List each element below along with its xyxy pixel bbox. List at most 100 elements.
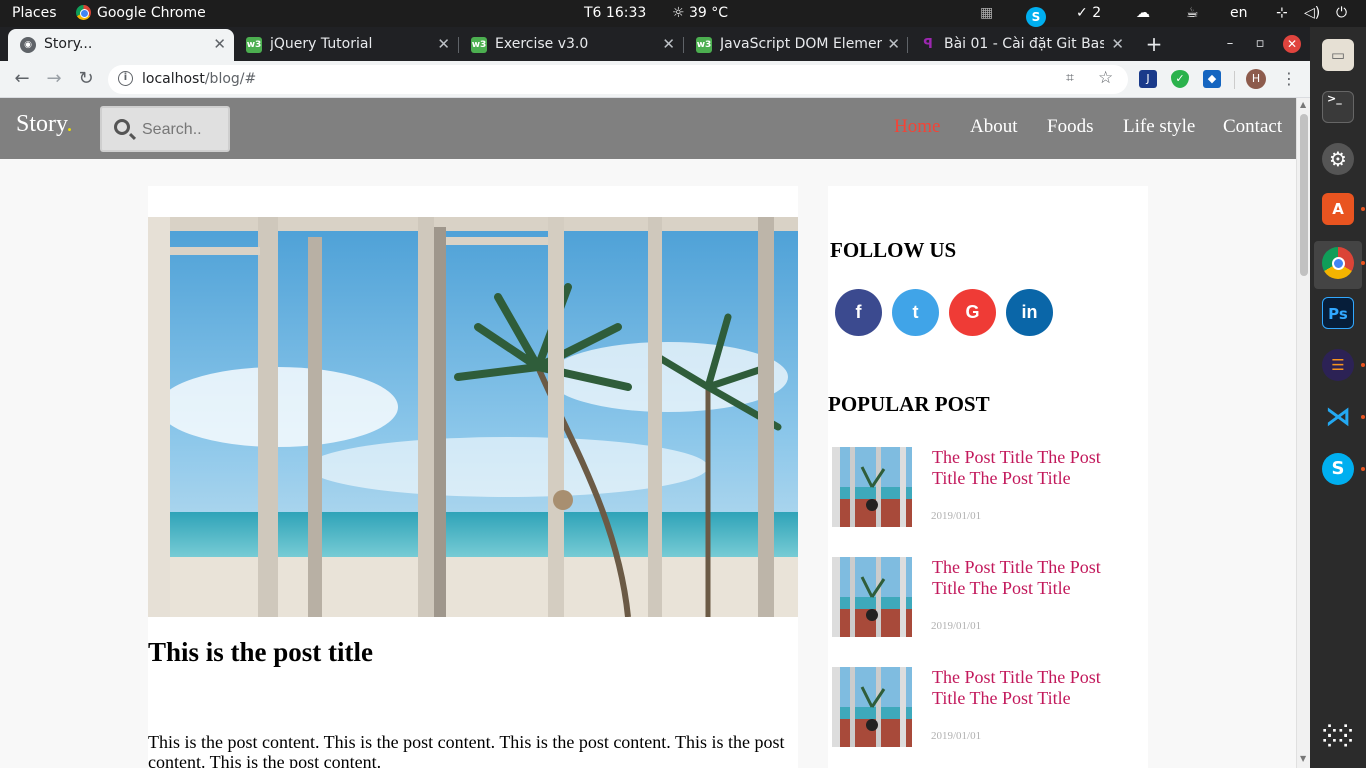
browser-toolbar: ← → ↻ i localhost/blog/# ⌗ ☆ J ✓ ◆ H ⋮ [0,61,1310,98]
site-search-box[interactable] [100,106,230,152]
popular-post-thumbnail[interactable] [832,447,912,527]
tab-label: Exercise v3.0 [495,36,589,52]
search-input[interactable] [142,118,226,142]
settings-icon[interactable]: ⚙ [1322,143,1354,175]
files-icon[interactable]: ▭ [1322,39,1354,71]
new-tab-button[interactable]: + [1138,29,1170,61]
clock[interactable]: T6 16:33 [584,0,646,27]
popular-post-title[interactable]: The Post Title The Post Title The Post T… [932,557,1122,599]
google-icon[interactable]: G [949,289,996,336]
close-window-button[interactable]: ✕ [1283,35,1301,53]
info-icon[interactable]: i [118,71,133,86]
volume-icon[interactable]: ◁) [1304,0,1320,27]
translate-icon[interactable]: ⌗ [1066,70,1074,86]
facebook-icon[interactable]: f [835,289,882,336]
close-tab-icon[interactable]: ✕ [213,29,226,59]
popular-post-thumbnail[interactable] [832,557,912,637]
scroll-down-arrow-icon[interactable]: ▼ [1300,754,1306,763]
places-menu[interactable]: Places [12,0,57,27]
shield-extension-icon[interactable]: ✓ [1171,70,1189,88]
linkedin-icon[interactable]: in [1006,289,1053,336]
tab-exercise[interactable]: w3 Exercise v3.0 ✕ [459,29,683,61]
scroll-up-arrow-icon[interactable]: ▲ [1300,100,1306,109]
photoshop-icon[interactable]: Ps [1322,297,1354,329]
chrome-icon[interactable] [1322,247,1354,279]
reload-button[interactable]: ↻ [73,66,99,92]
active-app-label: Google Chrome [97,5,206,21]
w3schools-icon: w3 [471,37,487,53]
tab-strip: ◉ Story... ✕ w3 jQuery Tutorial ✕ w3 Exe… [0,27,1310,61]
security-extension-icon[interactable]: ◆ [1203,70,1221,88]
nav-contact[interactable]: Contact [1223,116,1282,138]
address-bar[interactable]: i localhost/blog/# ⌗ ☆ [108,65,1128,94]
extension-j-icon[interactable]: J [1139,70,1157,88]
software-center-icon[interactable]: A [1322,193,1354,225]
close-tab-icon[interactable]: ✕ [887,29,900,59]
running-indicator [1361,207,1365,211]
updates-indicator[interactable]: ✓ 2 [1076,0,1101,27]
page-viewport: Story. Home About Foods Life style Conta… [0,98,1296,768]
active-app-menu[interactable]: Google Chrome [76,0,206,27]
popular-post-item[interactable]: The Post Title The Post Title The Post T… [832,447,1132,527]
post-title: This is the post title [148,637,374,667]
keyboard-language[interactable]: en [1230,0,1248,27]
url-text[interactable]: localhost/blog/# [142,65,256,94]
tab-label: JavaScript DOM Elemen [720,36,882,52]
w3schools-icon: w3 [246,37,262,53]
power-icon[interactable]: ⏻ [1336,0,1347,27]
scrollbar-thumb[interactable] [1300,114,1308,276]
url-path: /blog/# [204,71,257,87]
cp-icon: ꟼ [923,37,933,52]
running-indicator [1361,415,1365,419]
close-tab-icon[interactable]: ✕ [437,29,450,59]
close-tab-icon[interactable]: ✕ [1111,29,1124,59]
site-navbar: Story. Home About Foods Life style Conta… [0,98,1296,159]
tab-story[interactable]: ◉ Story... ✕ [8,29,234,61]
popular-post-item[interactable]: The Post Title The Post Title The Post T… [832,557,1132,637]
running-indicator [1361,467,1365,471]
skype-icon[interactable]: S [1322,453,1354,485]
nav-foods[interactable]: Foods [1047,116,1093,138]
eclipse-icon[interactable]: ☰ [1322,349,1354,381]
indicator-grid-icon[interactable]: ▦ [980,0,993,27]
nav-life-style[interactable]: Life style [1123,116,1195,138]
tab-label: jQuery Tutorial [270,36,373,52]
forward-button[interactable]: → [41,66,67,92]
tab-git-bash[interactable]: ꟼ Bài 01 - Cài đặt Git Bash ✕ [908,29,1132,61]
weather-indicator[interactable]: ☼ 39 °C [672,0,728,27]
updates-count: 2 [1092,5,1102,21]
coffee-icon[interactable]: ☕ [1186,0,1199,27]
popular-post-title[interactable]: The Post Title The Post Title The Post T… [932,667,1122,709]
terminal-icon[interactable]: >_ [1322,91,1354,123]
logo-dot: . [66,111,73,137]
tab-jquery-tutorial[interactable]: w3 jQuery Tutorial ✕ [234,29,458,61]
minimize-button[interactable]: – [1216,27,1244,61]
vscode-icon[interactable]: ⋊ [1322,401,1354,433]
maximize-button[interactable]: ▫ [1246,27,1274,61]
popular-post-thumbnail[interactable] [832,667,912,747]
cloud-icon[interactable]: ☁ [1136,0,1150,27]
page-scrollbar[interactable]: ▲ ▼ [1296,98,1310,768]
nav-home[interactable]: Home [894,116,940,138]
close-tab-icon[interactable]: ✕ [662,29,675,59]
running-indicator [1361,363,1365,367]
network-icon[interactable]: ⊹ [1276,0,1288,27]
tab-javascript-dom[interactable]: w3 JavaScript DOM Elemen ✕ [684,29,908,61]
post-hero-image[interactable] [148,217,798,617]
search-icon[interactable] [114,119,130,135]
post-card: This is the post title This is the post … [148,186,798,768]
chrome-menu-icon[interactable]: ⋮ [1276,66,1302,92]
popular-post-item[interactable]: The Post Title The Post Title The Post T… [832,667,1132,747]
logo-text: Story [16,111,67,137]
nav-about[interactable]: About [970,116,1018,138]
profile-avatar[interactable]: H [1246,69,1266,89]
sidebar: FOLLOW US f t G in POPULAR POST The Post… [828,186,1148,768]
twitter-icon[interactable]: t [892,289,939,336]
bookmark-star-icon[interactable]: ☆ [1098,68,1113,88]
skype-tray-icon[interactable]: S [1026,0,1046,27]
site-logo[interactable]: Story. [16,111,72,138]
popular-post-title[interactable]: The Post Title The Post Title The Post T… [932,447,1122,489]
checkmark-icon: ✓ [1076,5,1093,21]
app-grid-icon[interactable]: ⁘⁘ ⁘⁘ [1322,723,1354,755]
back-button[interactable]: ← [9,66,35,92]
